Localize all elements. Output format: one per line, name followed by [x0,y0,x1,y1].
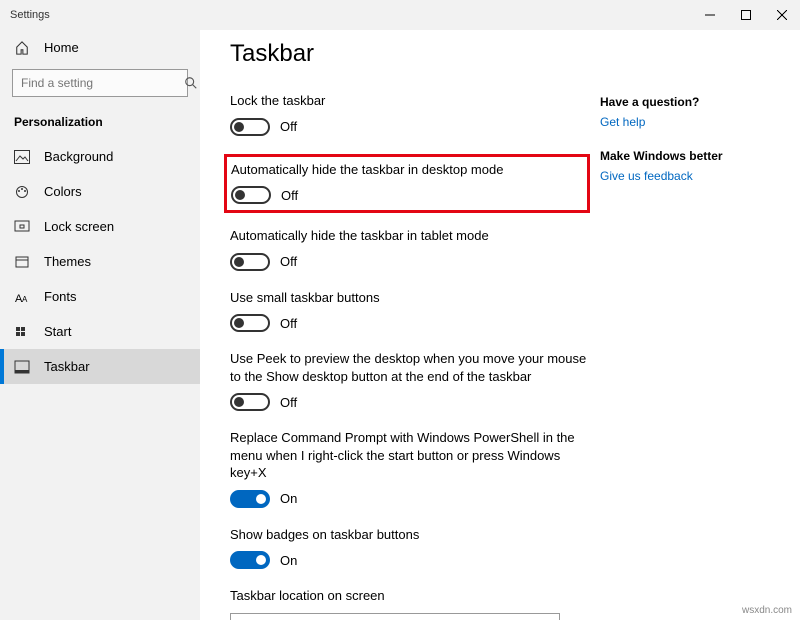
toggle-state: Off [280,254,297,269]
home-label: Home [44,40,79,55]
sidebar-item-label: Themes [44,254,91,269]
nav-list: Background Colors Lock screen Themes AA Fonts… [0,139,200,384]
toggle-switch[interactable] [230,118,270,136]
sidebar-item-fonts[interactable]: AA Fonts [0,279,200,314]
sidebar-item-background[interactable]: Background [0,139,200,174]
sidebar-item-start[interactable]: Start [0,314,200,349]
toggle-state: Off [280,119,297,134]
toggle-row: Off [230,253,590,271]
search-input[interactable] [13,76,184,90]
sidebar-item-label: Lock screen [44,219,114,234]
toggle-switch[interactable] [230,393,270,411]
minimize-icon [705,10,715,20]
setting-label: Show badges on taskbar buttons [230,526,590,544]
close-button[interactable] [764,0,800,30]
sidebar-item-lock-screen[interactable]: Lock screen [0,209,200,244]
setting-toggle: Automatically hide the taskbar in tablet… [230,227,590,271]
themes-icon [14,255,30,269]
setting-select: Taskbar location on screen Bottom∨ [230,587,590,620]
setting-label: Automatically hide the taskbar in tablet… [230,227,590,245]
search-box[interactable] [12,69,188,97]
toggle-state: On [280,491,297,506]
setting-label: Use Peek to preview the desktop when you… [230,350,590,385]
toggle-row: Off [230,314,590,332]
setting-toggle: Use small taskbar buttons Off [230,289,590,333]
setting-label: Replace Command Prompt with Windows Powe… [230,429,590,482]
background-icon [14,150,30,164]
toggle-row: On [230,490,590,508]
sidebar-item-taskbar[interactable]: Taskbar [0,349,200,384]
page-title: Taskbar [230,40,590,68]
sidebar-item-label: Background [44,149,113,164]
close-icon [777,10,787,20]
aside: Have a question? Get help Make Windows b… [590,40,770,620]
sidebar-item-themes[interactable]: Themes [0,244,200,279]
setting-toggle: Replace Command Prompt with Windows Powe… [230,429,590,508]
setting-toggle: Show badges on taskbar buttons On [230,526,590,570]
sidebar-item-label: Start [44,324,71,339]
svg-text:A: A [22,295,28,304]
toggle-row: On [230,551,590,569]
toggle-switch[interactable] [231,186,271,204]
start-icon [14,325,30,339]
setting-toggle: Automatically hide the taskbar in deskto… [224,154,590,214]
setting-label: Lock the taskbar [230,92,590,110]
content: Home Personalization Background Colors Loc… [0,30,800,620]
taskbar-icon [14,360,30,374]
aside-question-head: Have a question? [600,95,770,109]
minimize-button[interactable] [692,0,728,30]
setting-label: Taskbar location on screen [230,587,590,605]
select-wrap: Bottom∨ [230,613,590,620]
search [12,69,188,97]
titlebar: Settings [0,0,800,30]
settings-column: Taskbar Lock the taskbar Off Automatically… [230,40,590,620]
colors-icon [14,185,30,199]
toggle-state: Off [280,395,297,410]
lock-screen-icon [14,220,30,234]
maximize-icon [741,10,751,20]
toggle-switch[interactable] [230,314,270,332]
home-button[interactable]: Home [0,30,200,65]
toggle-switch[interactable] [230,253,270,271]
main: Taskbar Lock the taskbar Off Automatically… [200,30,800,620]
home-icon [14,41,30,55]
sidebar-item-label: Fonts [44,289,77,304]
get-help-link[interactable]: Get help [600,115,770,129]
fonts-icon: AA [14,290,30,304]
setting-label: Automatically hide the taskbar in deskto… [231,161,579,179]
watermark: wsxdn.com [740,605,794,616]
sidebar: Home Personalization Background Colors Loc… [0,30,200,620]
toggle-state: Off [281,188,298,203]
toggle-row: Off [230,393,590,411]
toggle-switch[interactable] [230,551,270,569]
toggle-state: On [280,553,297,568]
setting-label: Use small taskbar buttons [230,289,590,307]
search-icon [184,76,198,90]
sidebar-item-colors[interactable]: Colors [0,174,200,209]
toggle-switch[interactable] [230,490,270,508]
setting-toggle: Lock the taskbar Off [230,92,590,136]
maximize-button[interactable] [728,0,764,30]
select-box[interactable]: Bottom∨ [230,613,560,620]
window-title: Settings [10,9,50,21]
setting-toggle: Use Peek to preview the desktop when you… [230,350,590,411]
window-controls [692,0,800,30]
toggle-row: Off [231,186,579,204]
sidebar-item-label: Taskbar [44,359,90,374]
sidebar-item-label: Colors [44,184,82,199]
toggle-row: Off [230,118,590,136]
aside-feedback-head: Make Windows better [600,149,770,163]
category-label: Personalization [0,107,200,139]
toggle-state: Off [280,316,297,331]
give-feedback-link[interactable]: Give us feedback [600,169,770,183]
